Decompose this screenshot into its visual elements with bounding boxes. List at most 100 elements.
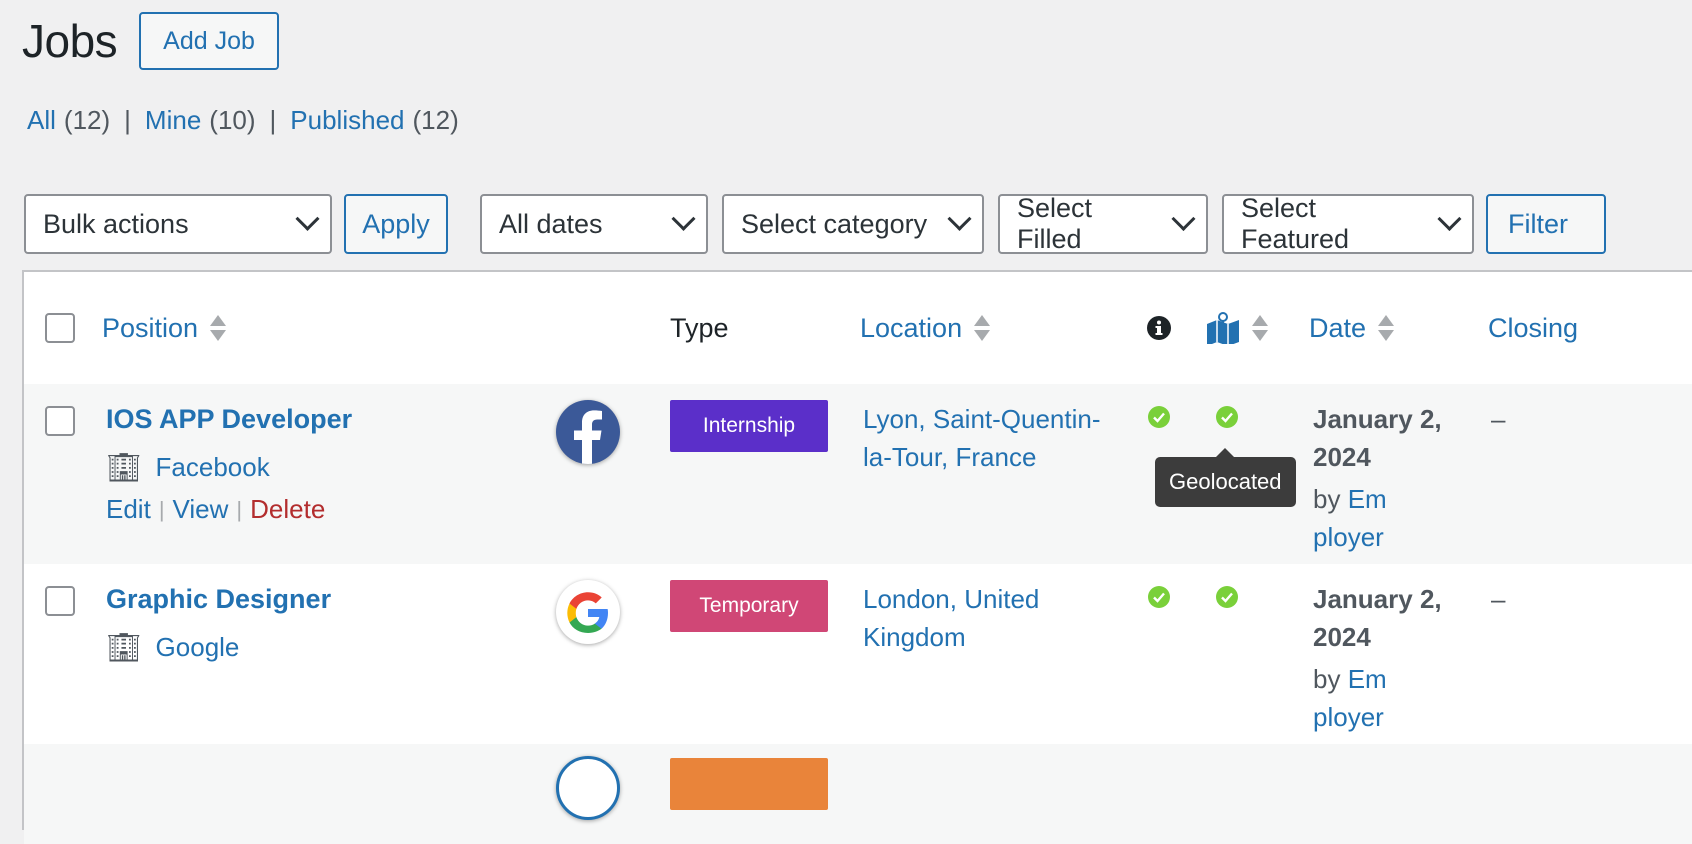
- select-all-checkbox[interactable]: [45, 313, 75, 343]
- chevron-down-icon: [1171, 206, 1196, 231]
- table-row: IOS APP Developer 🏢︎ Facebook Edit | Vie…: [24, 384, 1692, 564]
- geolocated-check-icon[interactable]: [1216, 586, 1238, 608]
- closing-value: –: [1491, 584, 1506, 614]
- table-row: Graphic Designer 🏢︎ Google Temporary Lon…: [24, 564, 1692, 744]
- table-header: Position Type Location Date Closing: [24, 272, 1692, 386]
- building-icon: 🏢︎: [106, 632, 142, 663]
- location-line[interactable]: la-Tour, France: [863, 438, 1113, 476]
- view-published-count: (12): [412, 105, 459, 135]
- add-job-button[interactable]: Add Job: [139, 12, 279, 70]
- by-label: by: [1313, 664, 1341, 694]
- job-title-link[interactable]: Graphic Designer: [106, 584, 331, 615]
- view-all-count: (12): [63, 105, 111, 135]
- geolocated-check-icon[interactable]: [1216, 406, 1238, 428]
- page-header: Jobs Add Job: [22, 12, 279, 70]
- date-cell: January 2, 2024 by Em ployer: [1313, 400, 1473, 556]
- category-label: Select category: [741, 208, 928, 239]
- author-link[interactable]: ployer: [1313, 698, 1473, 736]
- dates-label: All dates: [499, 208, 603, 239]
- view-published[interactable]: Published (12): [290, 105, 458, 136]
- sort-icon[interactable]: [1378, 315, 1395, 341]
- company-link[interactable]: Google: [156, 632, 240, 663]
- view-separator: |: [124, 105, 131, 135]
- facebook-logo: [556, 400, 620, 464]
- view-all[interactable]: All (12): [27, 105, 110, 136]
- job-title-link[interactable]: IOS APP Developer: [106, 404, 352, 435]
- company-logo: [556, 756, 620, 820]
- company: 🏢︎ Facebook: [106, 451, 352, 484]
- apply-button[interactable]: Apply: [344, 194, 448, 254]
- column-location-label[interactable]: Location: [860, 313, 962, 344]
- view-link[interactable]: View: [173, 494, 229, 525]
- page-title: Jobs: [22, 15, 118, 67]
- closing-value: –: [1491, 404, 1506, 434]
- date-text: 2024: [1313, 442, 1371, 472]
- google-logo: [556, 580, 620, 644]
- bulk-actions-select[interactable]: Bulk actions: [24, 194, 332, 254]
- date-text: January 2,: [1313, 584, 1442, 614]
- filled-check-icon: [1148, 406, 1170, 428]
- select-all-cell: [45, 272, 75, 384]
- chevron-down-icon: [1437, 206, 1462, 231]
- dates-select[interactable]: All dates: [480, 194, 708, 254]
- sort-icon[interactable]: [974, 315, 991, 341]
- view-mine[interactable]: Mine (10): [145, 105, 256, 136]
- by-label: by: [1313, 484, 1341, 514]
- location-link[interactable]: Lyon, Saint-Quentin- la-Tour, France: [863, 400, 1113, 476]
- column-date[interactable]: Date: [1309, 272, 1395, 384]
- author-link[interactable]: ployer: [1313, 518, 1473, 556]
- author-link[interactable]: Em: [1348, 484, 1387, 514]
- sort-icon[interactable]: [1252, 315, 1268, 341]
- view-filters: All (12) | Mine (10) | Published (12): [27, 105, 459, 136]
- company: 🏢︎ Google: [106, 631, 331, 664]
- column-geolocated[interactable]: [1206, 272, 1268, 384]
- view-all-label[interactable]: All: [27, 105, 56, 135]
- filled-check-icon: [1148, 586, 1170, 608]
- column-closing-label[interactable]: Closing: [1488, 313, 1578, 344]
- delete-link[interactable]: Delete: [250, 494, 325, 525]
- filled-label: Select Filled: [1017, 193, 1093, 254]
- view-published-label[interactable]: Published: [290, 105, 404, 135]
- location-line[interactable]: Kingdom: [863, 618, 1113, 656]
- action-separator: |: [236, 496, 243, 522]
- column-type-label: Type: [670, 312, 729, 343]
- featured-label: Select Featured: [1241, 193, 1350, 254]
- map-pin-icon: [1207, 312, 1239, 344]
- column-position-label[interactable]: Position: [102, 313, 198, 344]
- edit-link[interactable]: Edit: [106, 494, 151, 525]
- chevron-down-icon: [947, 206, 972, 231]
- column-date-label[interactable]: Date: [1309, 313, 1366, 344]
- location-link[interactable]: London, United Kingdom: [863, 580, 1113, 656]
- row-checkbox[interactable]: [45, 406, 75, 436]
- job-type-badge: Temporary: [670, 580, 828, 632]
- jobs-table: Position Type Location Date Closing IOS …: [22, 270, 1692, 844]
- location-line[interactable]: Lyon, Saint-Quentin-: [863, 400, 1113, 438]
- column-type: Type: [670, 272, 729, 384]
- view-mine-count: (10): [209, 105, 256, 135]
- column-location[interactable]: Location: [860, 272, 991, 384]
- sort-icon[interactable]: [210, 315, 227, 341]
- filter-button[interactable]: Filter: [1486, 194, 1606, 254]
- date-cell: January 2, 2024 by Em ployer: [1313, 580, 1473, 736]
- filled-select[interactable]: Select Filled: [998, 193, 1208, 254]
- company-link[interactable]: Facebook: [156, 452, 270, 483]
- building-icon: 🏢︎: [106, 452, 142, 483]
- row-checkbox[interactable]: [45, 586, 75, 616]
- column-position[interactable]: Position: [102, 272, 227, 384]
- featured-select[interactable]: Select Featured: [1222, 193, 1474, 254]
- date-text: January 2,: [1313, 404, 1442, 434]
- category-select[interactable]: Select category: [722, 194, 984, 254]
- info-icon: [1147, 316, 1171, 340]
- row-actions: Edit | View | Delete: [106, 494, 352, 525]
- column-filled: [1146, 272, 1172, 384]
- table-row: [24, 744, 1692, 844]
- job-type-badge: Internship: [670, 400, 828, 452]
- column-closing[interactable]: Closing: [1488, 272, 1578, 384]
- chevron-down-icon: [671, 206, 696, 231]
- view-mine-label[interactable]: Mine: [145, 105, 201, 135]
- author-link[interactable]: Em: [1348, 664, 1387, 694]
- job-type-badge: [670, 758, 828, 810]
- action-separator: |: [158, 496, 165, 522]
- location-line[interactable]: London, United: [863, 580, 1113, 618]
- geolocated-tooltip: Geolocated: [1155, 448, 1296, 507]
